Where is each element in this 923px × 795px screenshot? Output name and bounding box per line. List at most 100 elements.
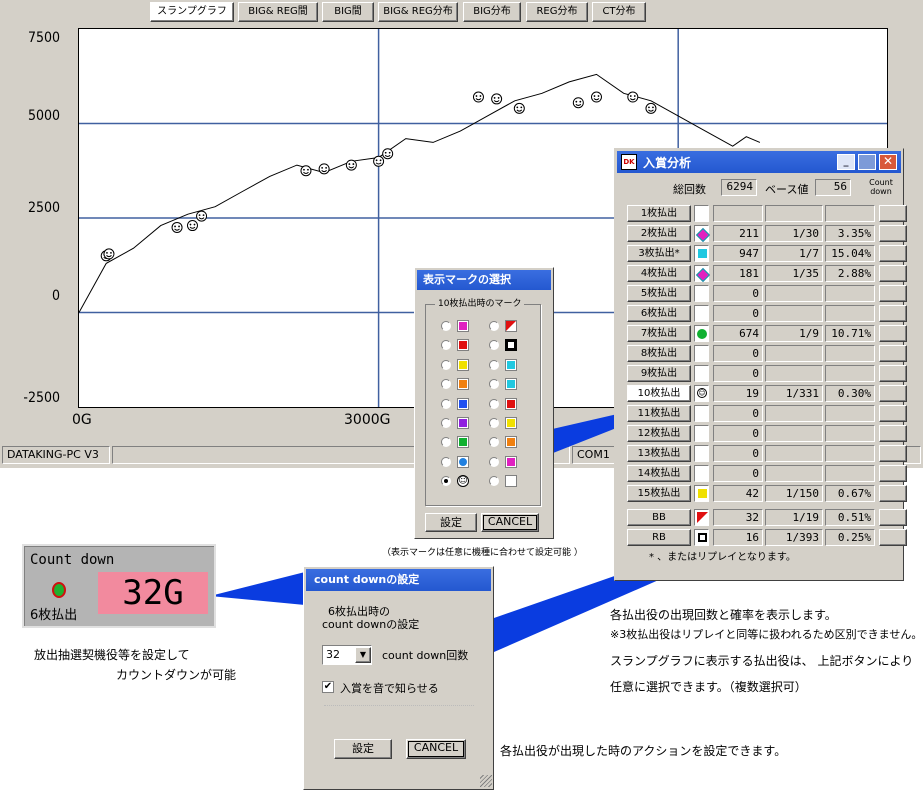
prize-row-button[interactable]: 14枚払出 xyxy=(627,465,691,482)
countdown-heading-2: count downの設定 xyxy=(322,618,420,631)
smiley-face-icon: ☺ xyxy=(457,475,469,488)
resize-grip-icon[interactable] xyxy=(480,775,492,787)
prize-row-button[interactable]: 1枚払出 xyxy=(627,205,691,222)
radio-button[interactable] xyxy=(441,321,451,331)
prize-count: 0 xyxy=(713,365,763,382)
countdown-toggle[interactable] xyxy=(879,325,907,342)
radio-button[interactable] xyxy=(441,398,451,409)
countdown-toggle[interactable] xyxy=(879,285,907,302)
mark-cancel-button[interactable]: CANCEL xyxy=(481,513,539,532)
prize-row-button[interactable]: 13枚払出 xyxy=(627,445,691,462)
prize-count: 19 xyxy=(713,385,763,402)
prize-row: 3枚払出* 947 1/7 15.04% xyxy=(627,245,907,263)
countdown-toggle[interactable] xyxy=(879,385,907,402)
prize-mark-icon[interactable] xyxy=(694,265,711,283)
countdown-dialog-title[interactable]: count downの設定 xyxy=(306,569,491,591)
prize-window-titlebar[interactable]: DK 入賞分析 _ ✕ xyxy=(617,151,901,173)
prize-mark-icon[interactable] xyxy=(694,425,709,442)
countdown-toggle[interactable] xyxy=(879,405,907,422)
prize-mark-icon[interactable] xyxy=(694,485,709,502)
prize-row-button[interactable]: 12枚払出 xyxy=(627,425,691,442)
prize-row: 15枚払出 42 1/150 0.67% xyxy=(627,485,907,503)
orange-square-icon xyxy=(505,436,517,449)
countdown-toggle[interactable] xyxy=(879,345,907,362)
countdown-value: 32G xyxy=(98,572,208,614)
countdown-toggle[interactable] xyxy=(879,305,907,322)
prize-row-button[interactable]: 10枚払出 xyxy=(627,385,691,402)
prize-row: 10枚払出 ☺ 19 1/331 0.30% xyxy=(627,385,907,403)
radio-button[interactable] xyxy=(489,398,499,409)
prize-mark-icon[interactable] xyxy=(694,529,709,546)
prize-count: 0 xyxy=(713,305,763,322)
countdown-toggle[interactable] xyxy=(879,265,907,282)
prize-mark-icon[interactable] xyxy=(694,509,709,526)
orange-square-icon xyxy=(457,378,469,391)
prize-mark-icon[interactable] xyxy=(694,305,709,322)
prize-mark-icon[interactable]: ☺ xyxy=(694,385,709,402)
countdown-ok-button[interactable]: 設定 xyxy=(334,739,392,759)
countdown-toggle[interactable] xyxy=(879,245,907,262)
prize-percent xyxy=(825,345,875,362)
prize-mark-icon[interactable] xyxy=(694,465,709,482)
prize-count: 674 xyxy=(713,325,763,342)
radio-button[interactable] xyxy=(489,321,499,331)
countdown-setting-dialog: count downの設定 6枚払出時の count downの設定 32 ▼ … xyxy=(303,566,494,790)
prize-row-button[interactable]: 3枚払出* xyxy=(627,245,691,262)
prize-row-button[interactable]: 11枚払出 xyxy=(627,405,691,422)
countdown-toggle[interactable] xyxy=(879,365,907,382)
countdown-toggle[interactable] xyxy=(879,445,907,462)
countdown-toggle[interactable] xyxy=(879,485,907,502)
prize-row-button[interactable]: 8枚払出 xyxy=(627,345,691,362)
prize-mark-icon[interactable] xyxy=(694,325,709,342)
countdown-cancel-button[interactable]: CANCEL xyxy=(406,739,466,759)
prize-mark-icon[interactable] xyxy=(694,225,711,243)
mark-dialog-title[interactable]: 表示マークの選択 xyxy=(417,270,551,290)
prize-mark-icon[interactable] xyxy=(694,365,709,382)
minimize-icon[interactable]: _ xyxy=(837,154,855,170)
prize-row-button[interactable]: 2枚払出 xyxy=(627,225,691,242)
red-flag-icon xyxy=(505,320,517,332)
mark-group-label: 10枚払出時のマーク xyxy=(435,296,525,309)
countdown-toggle[interactable] xyxy=(879,205,907,222)
radio-button[interactable] xyxy=(441,359,451,370)
radio-button[interactable] xyxy=(441,418,451,428)
radio-button[interactable] xyxy=(489,456,499,467)
radio-button[interactable] xyxy=(441,456,451,467)
countdown-toggle[interactable] xyxy=(879,465,907,482)
sound-checkbox[interactable]: ✔ xyxy=(322,681,334,693)
prize-row-button[interactable]: 4枚払出 xyxy=(627,265,691,282)
prize-mark-icon[interactable] xyxy=(694,245,709,262)
prize-row: RB 16 1/393 0.25% xyxy=(627,529,907,547)
mark-selection-dialog: 表示マークの選択 10枚払出時のマーク ☺ 設定 CANCEL xyxy=(414,267,554,539)
countdown-count-select[interactable]: 32 ▼ xyxy=(322,645,372,665)
maximize-icon[interactable] xyxy=(858,154,876,170)
countdown-toggle[interactable] xyxy=(879,529,907,546)
prize-percent xyxy=(825,365,875,382)
prize-row-button[interactable]: 9枚払出 xyxy=(627,365,691,382)
prize-row-button[interactable]: 6枚払出 xyxy=(627,305,691,322)
left-note-1: 放出抽選契機役等を設定して xyxy=(34,648,190,662)
countdown-toggle[interactable] xyxy=(879,225,907,242)
prize-row: 7枚払出 674 1/9 10.71% xyxy=(627,325,907,343)
radio-button[interactable] xyxy=(489,418,499,428)
mark-caption: （表示マークは任意に機種に合わせて設定可能 ） xyxy=(382,548,583,558)
radio-button[interactable] xyxy=(489,359,499,370)
prize-row-button[interactable]: RB xyxy=(627,529,691,546)
prize-mark-icon[interactable] xyxy=(694,285,709,302)
prize-row-button[interactable]: 7枚払出 xyxy=(627,325,691,342)
countdown-toggle[interactable] xyxy=(879,425,907,442)
countdown-toggle[interactable] xyxy=(879,509,907,526)
prize-mark-icon[interactable] xyxy=(694,445,709,462)
prize-row: 12枚払出 0 xyxy=(627,425,907,443)
prize-row-button[interactable]: 5枚払出 xyxy=(627,285,691,302)
countdown-count-label: count down回数 xyxy=(382,649,469,662)
prize-row-button[interactable]: 15枚払出 xyxy=(627,485,691,502)
close-icon[interactable]: ✕ xyxy=(879,154,897,170)
mark-ok-button[interactable]: 設定 xyxy=(425,513,477,532)
chevron-down-icon[interactable]: ▼ xyxy=(355,647,371,663)
prize-mark-icon[interactable] xyxy=(694,205,709,222)
prize-mark-icon[interactable] xyxy=(694,345,709,362)
countdown-panel: Count down 6枚払出 32G xyxy=(22,544,216,628)
prize-mark-icon[interactable] xyxy=(694,405,709,422)
prize-row-button[interactable]: BB xyxy=(627,509,691,526)
